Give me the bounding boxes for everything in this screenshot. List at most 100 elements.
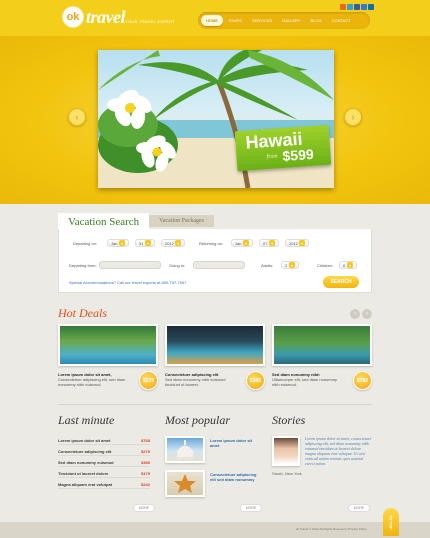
promo-badge[interactable]: Hawaii from $599 — [234, 124, 332, 172]
children-value: 0 — [343, 262, 346, 268]
promo-price: $599 — [282, 145, 315, 165]
most-popular-more-button[interactable]: MORE — [240, 504, 262, 512]
departing-day-select[interactable]: 31 ▾ — [135, 239, 155, 247]
story-text: Lorem ipsum dolor sit amet, consectetuer… — [305, 436, 372, 466]
last-minute-item[interactable]: Magna aliquam erat volutpat $242 — [58, 480, 150, 489]
last-minute-price: $242 — [141, 481, 150, 487]
linkedin-icon[interactable] — [368, 4, 374, 10]
slider-prev-button[interactable]: ‹ — [68, 108, 86, 126]
going-to-input[interactable] — [193, 261, 245, 269]
facebook-icon[interactable] — [354, 4, 360, 10]
last-minute-label: Magna aliquam erat volutpat — [58, 481, 113, 487]
logo-ok-badge: ok — [62, 6, 84, 28]
departing-on-label: Departing on: — [73, 241, 98, 246]
stories-more-button[interactable]: MORE — [348, 504, 370, 512]
last-minute-item[interactable]: Sed diam nonummy euismod $396 — [58, 458, 150, 467]
departing-day-value: 31 — [139, 240, 144, 246]
tagline: YOUR TRAVEL EXPERT — [125, 19, 176, 24]
chevron-down-icon: ▾ — [145, 240, 151, 246]
departing-year-value: 2012 — [165, 240, 174, 246]
dome-icon — [175, 440, 195, 460]
children-select[interactable]: 0 ▾ — [339, 261, 357, 269]
last-minute-price: $768 — [141, 437, 150, 443]
main-nav: HOME TOURS SERVICES GALLERY BLOG CONTACT — [198, 12, 370, 29]
popular-item-text[interactable]: Lorem ipsum dolor sit amet — [210, 438, 260, 448]
last-minute-label: Lorem ipsum dolor sit amet — [58, 437, 111, 443]
deal-image[interactable] — [165, 324, 265, 366]
nav-tours[interactable]: TOURS — [223, 15, 247, 26]
twitter-icon[interactable] — [347, 4, 353, 10]
deal-price-badge[interactable]: $345 — [246, 371, 265, 390]
deal-card: Sed diam nonummy nibh Ullamcorper elit, s… — [272, 324, 372, 390]
last-minute-item[interactable]: Consectetuer adipiscing elit $275 — [58, 447, 150, 456]
special-accommodations-note[interactable]: Special Accommodations? Call our travel … — [69, 280, 186, 285]
adults-select[interactable]: 2 ▾ — [281, 261, 299, 269]
deal-price-badge[interactable]: $782 — [353, 371, 372, 390]
social-links — [340, 4, 374, 10]
footer-text: ok Travel © 2012 All Rights Reserved | P… — [296, 527, 367, 531]
returning-month-value: Jan — [235, 240, 242, 246]
search-button[interactable]: SEARCH — [323, 276, 359, 288]
deal-body: Consectetuer adipiscing elit, sed diam n… — [58, 377, 126, 387]
search-tabs: Vacation Search Vacation Packages — [58, 213, 214, 230]
deal-price-badge[interactable]: $279 — [139, 371, 158, 390]
popular-image-starfish[interactable] — [165, 470, 205, 497]
last-minute-item[interactable]: Lorem ipsum dolor sit amet $768 — [58, 436, 150, 445]
tab-vacation-search[interactable]: Vacation Search — [58, 213, 150, 230]
promo-from: from — [266, 153, 278, 161]
deals-next-button[interactable]: › — [362, 309, 372, 319]
deal-image[interactable] — [272, 324, 372, 366]
rss-icon[interactable] — [340, 4, 346, 10]
last-minute-price: $179 — [141, 470, 150, 476]
nav-home[interactable]: HOME — [201, 15, 223, 26]
nav-blog[interactable]: BLOG — [305, 15, 326, 26]
returning-day-select[interactable]: 07 ▾ — [259, 239, 279, 247]
nav-contact[interactable]: CONTACT — [327, 15, 356, 26]
popular-item-text[interactable]: Consectetuer adipiscing elit sed diam no… — [210, 472, 260, 482]
last-minute-item[interactable]: Tincidunt ut laoreet dolore $179 — [58, 469, 150, 478]
deals-prev-button[interactable]: ‹ — [350, 309, 360, 319]
departing-month-value: Jan — [111, 240, 118, 246]
last-minute-label: Sed diam nonummy euismod — [58, 459, 114, 465]
departing-from-label: Departing from: — [69, 263, 97, 268]
slider-next-button[interactable]: › — [344, 108, 362, 126]
adults-label: Adults: — [261, 263, 274, 268]
logo-wordmark: travel — [86, 6, 126, 27]
last-minute-title: Last minute — [58, 413, 115, 427]
chevron-down-icon: ▾ — [175, 240, 181, 246]
to-top-button[interactable]: TO TOP — [383, 508, 399, 536]
nav-gallery[interactable]: GALLERY — [277, 15, 305, 26]
stories-title: Stories — [272, 413, 306, 427]
deal-image[interactable] — [58, 324, 158, 366]
departing-month-select[interactable]: Jan ▾ — [107, 239, 129, 247]
returning-year-value: 2012 — [289, 240, 298, 246]
popular-image-capitol[interactable] — [165, 436, 205, 463]
deal-description: Consectetuer adipiscing elit Sed diam non… — [165, 372, 237, 387]
tab-vacation-packages[interactable]: Vacation Packages — [149, 215, 214, 227]
chevron-down-icon: ▾ — [243, 240, 249, 246]
delicious-icon[interactable] — [361, 4, 367, 10]
last-minute-more-button[interactable]: MORE — [133, 504, 155, 512]
last-minute-price: $396 — [141, 459, 150, 465]
hero-photo — [98, 50, 334, 188]
chevron-down-icon: ▾ — [347, 262, 353, 268]
returning-on-label: Returning on: — [199, 241, 224, 246]
departing-from-input[interactable] — [99, 261, 161, 269]
deal-card: Consectetuer adipiscing elit Sed diam non… — [165, 324, 265, 390]
adults-value: 2 — [285, 262, 288, 268]
chevron-down-icon: ▾ — [289, 262, 295, 268]
most-popular-title: Most popular — [165, 413, 231, 427]
header: ok travel YOUR TRAVEL EXPERT HOME TOURS … — [0, 0, 430, 36]
chevron-down-icon: ▾ — [119, 240, 125, 246]
chevron-down-icon: ▾ — [269, 240, 275, 246]
last-minute-price: $275 — [141, 448, 150, 454]
logo[interactable]: ok travel — [62, 6, 126, 28]
returning-year-select[interactable]: 2012 ▾ — [285, 239, 309, 247]
beach-scene-image — [98, 50, 334, 188]
returning-day-value: 07 — [263, 240, 268, 246]
hero-slider: ‹ › Hawaii from $599 — [0, 36, 430, 204]
nav-services[interactable]: SERVICES — [247, 15, 277, 26]
returning-month-select[interactable]: Jan ▾ — [231, 239, 253, 247]
departing-year-select[interactable]: 2012 ▾ — [161, 239, 185, 247]
avatar[interactable] — [272, 436, 300, 466]
